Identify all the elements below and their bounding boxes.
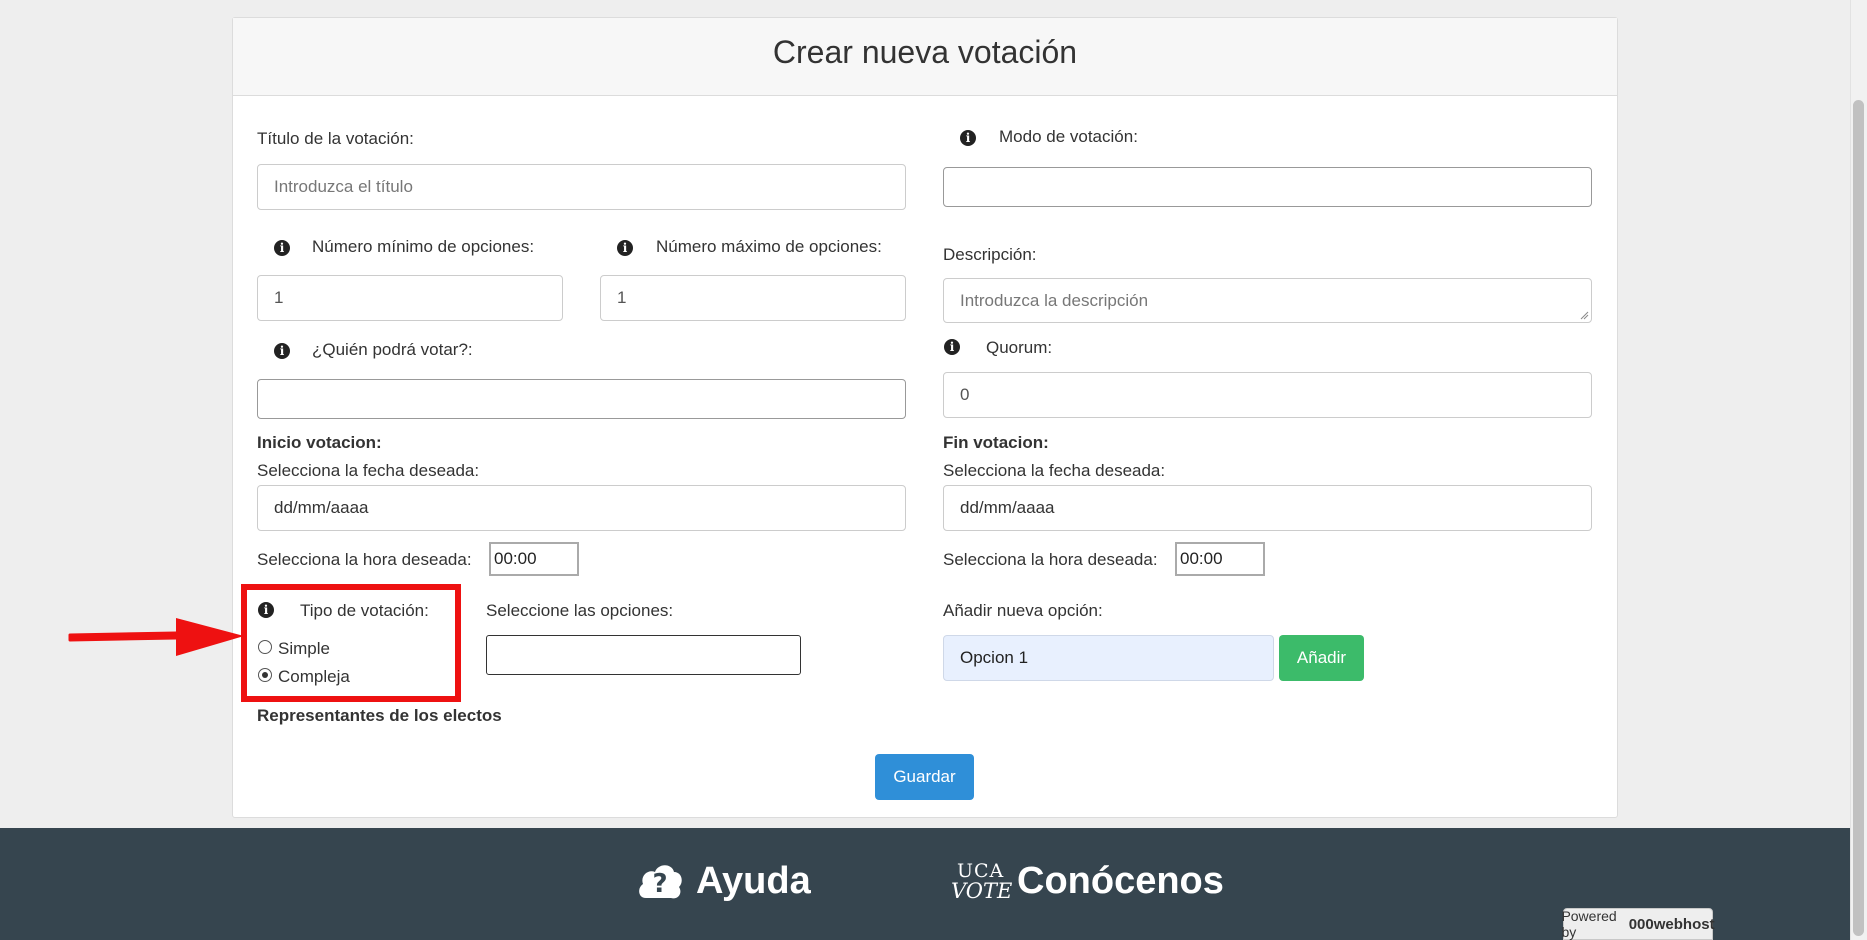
max-options-label: Número máximo de opciones: — [656, 237, 882, 256]
mode-label: Modo de votación: — [999, 127, 1138, 146]
title-input[interactable]: Introduzca el título — [257, 164, 906, 210]
vote-type-info-icon[interactable]: i — [258, 602, 274, 618]
radio-compleja[interactable] — [258, 668, 272, 682]
title-label: Título de la votación: — [257, 129, 414, 148]
end-time-input[interactable]: 00:00 — [1175, 542, 1265, 576]
about-label: Conócenos — [1017, 859, 1224, 902]
about-link[interactable]: UCA VOTE Conócenos — [951, 858, 1224, 904]
min-options-info-icon[interactable]: i — [274, 240, 290, 256]
powered-by-badge[interactable]: Powered by 000webhost — [1561, 908, 1715, 940]
end-time-label: Selecciona la hora deseada: — [943, 550, 1158, 569]
page-title: Crear nueva votación — [772, 34, 1078, 70]
help-cloud-icon: ? — [639, 865, 682, 899]
radio-simple-label[interactable]: Simple — [278, 639, 330, 659]
quorum-info-icon[interactable]: i — [944, 339, 960, 355]
vote-type-label: Tipo de votación: — [300, 601, 429, 620]
start-time-input[interactable]: 00:00 — [489, 542, 579, 576]
save-button[interactable]: Guardar — [875, 754, 974, 800]
voters-info-icon[interactable]: i — [274, 343, 290, 359]
red-arrow-icon — [68, 618, 244, 656]
new-option-label: Añadir nueva opción: — [943, 601, 1103, 620]
voters-label: ¿Quién podrá votar?: — [312, 340, 473, 359]
radio-compleja-label[interactable]: Compleja — [278, 667, 350, 687]
start-date-input[interactable]: dd/mm/aaaa — [257, 485, 906, 531]
radio-simple[interactable] — [258, 640, 272, 654]
powered-by-text: Powered by — [1561, 908, 1617, 940]
help-label: Ayuda — [696, 859, 811, 902]
logo-text-bottom: VOTE — [951, 879, 1013, 903]
min-options-label: Número mínimo de opciones: — [312, 237, 535, 256]
new-option-input[interactable]: Opcion 1 — [943, 635, 1274, 681]
card-header: Crear nueva votación — [233, 18, 1617, 96]
quorum-label: Quorum: — [986, 338, 1053, 357]
uca-vote-logo: UCA VOTE — [951, 860, 1012, 903]
end-heading: Fin votacion: — [943, 433, 1049, 452]
start-time-label: Selecciona la hora deseada: — [257, 550, 472, 569]
quorum-input[interactable]: 0 — [943, 372, 1592, 418]
host-brand: 000webhost — [1628, 915, 1715, 933]
max-options-input[interactable]: 1 — [600, 275, 906, 321]
start-date-label: Selecciona la fecha deseada: — [257, 461, 480, 480]
select-options-input[interactable] — [486, 635, 801, 675]
voters-select[interactable] — [257, 379, 906, 419]
start-heading: Inicio votacion: — [257, 433, 382, 452]
scrollbar-thumb[interactable] — [1853, 100, 1864, 936]
end-date-label: Selecciona la fecha deseada: — [943, 461, 1166, 480]
page-scrollbar[interactable] — [1850, 0, 1867, 940]
max-options-info-icon[interactable]: i — [617, 240, 633, 256]
representatives-heading: Representantes de los electos — [257, 706, 502, 725]
add-option-button[interactable]: Añadir — [1279, 635, 1364, 681]
svg-text:?: ? — [652, 869, 667, 899]
resize-handle-icon[interactable] — [1580, 311, 1589, 320]
help-link[interactable]: ? Ayuda — [636, 858, 811, 904]
end-date-input[interactable]: dd/mm/aaaa — [943, 485, 1592, 531]
description-textarea[interactable]: Introduzca la descripción — [943, 278, 1592, 323]
mode-select[interactable] — [943, 167, 1592, 207]
description-label: Descripción: — [943, 245, 1037, 264]
select-options-label: Seleccione las opciones: — [486, 601, 674, 620]
mode-info-icon[interactable]: i — [960, 130, 976, 146]
min-options-input[interactable]: 1 — [257, 275, 563, 321]
